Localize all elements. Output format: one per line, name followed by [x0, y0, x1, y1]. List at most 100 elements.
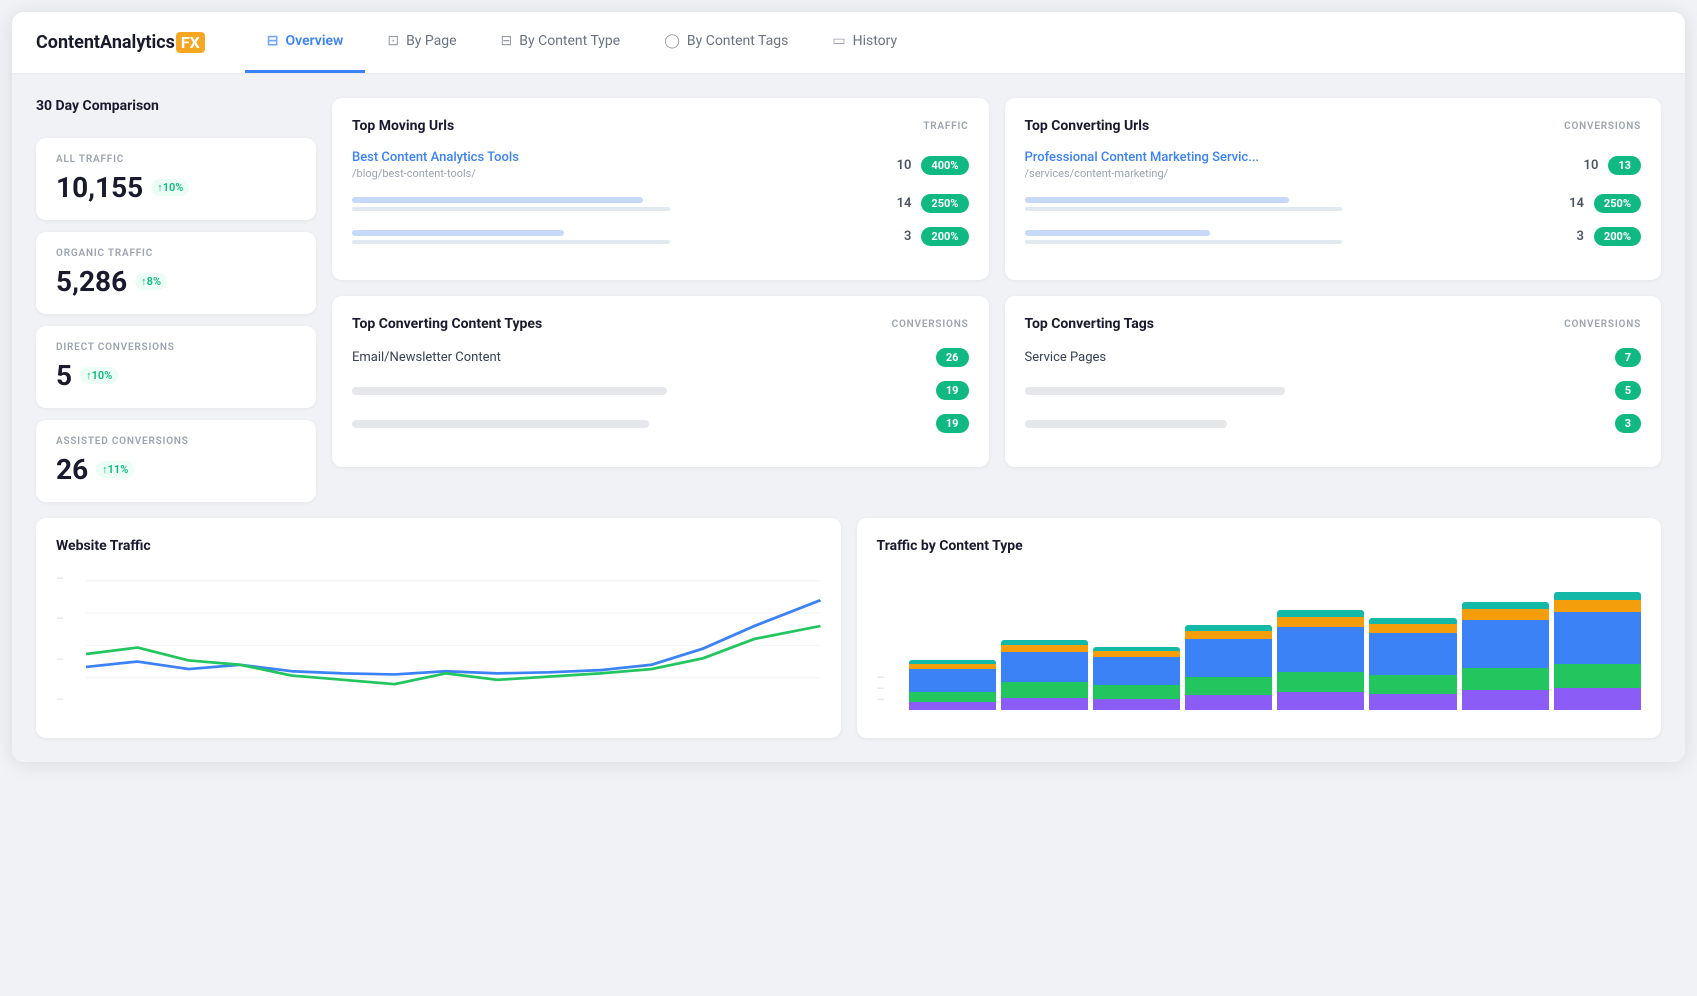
top-content-types-panel: Top Converting Content Types CONVERSIONS…	[332, 296, 989, 467]
nav-bar: ContentAnalyticsFX ⊟ Overview ⊡ By Page …	[12, 12, 1685, 74]
bar-seg-green-2	[1001, 682, 1088, 698]
top-converting-tags-panel: Top Converting Tags CONVERSIONS Service …	[1005, 296, 1662, 467]
bar-chart-container: — — —	[877, 570, 1642, 710]
bar-seg-purple-3	[1093, 699, 1180, 710]
stats-column: 30 Day Comparison ALL TRAFFIC 10,155 ↑10…	[36, 98, 316, 502]
bar-seg-orange-8	[1554, 600, 1641, 612]
converting-url-bar-3	[1025, 230, 1210, 236]
converting-url-bar-sub-3	[1025, 240, 1343, 244]
assisted-conversions-badge: ↑11%	[96, 461, 134, 478]
right-col: Top Converting Urls CONVERSIONS Professi…	[1005, 98, 1662, 502]
url-bar-2	[352, 197, 643, 203]
organic-traffic-label: ORGANIC TRAFFIC	[56, 248, 296, 259]
url-name-1[interactable]: Best Content Analytics Tools	[352, 150, 881, 165]
charts-row: Website Traffic — — — —	[36, 518, 1661, 738]
bar-group-1	[909, 660, 996, 710]
bar-seg-purple-7	[1462, 690, 1549, 710]
bar-seg-purple-6	[1369, 694, 1456, 710]
page-icon: ⊡	[387, 33, 399, 49]
converting-url-num-2: 14	[1564, 196, 1584, 211]
logo: ContentAnalyticsFX	[36, 32, 205, 53]
content-type-bar-2	[352, 387, 667, 395]
tag-row-3: 3	[1025, 414, 1642, 433]
line-chart-svg	[86, 570, 821, 710]
y-label-3: —	[56, 614, 80, 625]
bar-seg-green-4	[1185, 677, 1272, 695]
bar-seg-teal-8	[1554, 592, 1641, 600]
converting-url-row-2: 14 250%	[1025, 194, 1642, 213]
converting-url-path-1: /services/content-marketing/	[1025, 167, 1569, 180]
bar-seg-green-8	[1554, 664, 1641, 688]
url-num-2: 14	[891, 196, 911, 211]
tag-name-1: Service Pages	[1025, 350, 1615, 365]
bar-seg-green-7	[1462, 668, 1549, 690]
tab-by-content-type-label: By Content Type	[519, 33, 620, 49]
bar-seg-green-6	[1369, 675, 1456, 694]
content-tags-icon: ◯	[664, 33, 680, 49]
history-icon: ▭	[832, 33, 845, 49]
website-traffic-chart: Website Traffic — — — —	[36, 518, 841, 738]
y-label-2: —	[56, 655, 80, 666]
tab-history-label: History	[853, 33, 898, 49]
y-label-1: —	[56, 695, 80, 706]
tab-by-page[interactable]: ⊡ By Page	[365, 12, 478, 73]
stat-card-direct-conversions: DIRECT CONVERSIONS 5 ↑10%	[36, 326, 316, 408]
stats-section-title: 30 Day Comparison	[36, 98, 316, 114]
bar-stack-6	[1369, 618, 1456, 710]
logo-brand: ContentAnalytics	[36, 32, 175, 53]
converting-url-badge-3: 200%	[1594, 227, 1641, 246]
tab-history[interactable]: ▭ History	[810, 12, 919, 73]
logo-suffix: FX	[176, 32, 205, 53]
content-type-badge-1: 26	[936, 348, 969, 367]
line-chart-area: — — — —	[56, 570, 821, 710]
dashboard-grid: 30 Day Comparison ALL TRAFFIC 10,155 ↑10…	[36, 98, 1661, 502]
content-type-row-1: Email/Newsletter Content 26	[352, 348, 969, 367]
website-traffic-title: Website Traffic	[56, 538, 821, 554]
tab-by-content-tags[interactable]: ◯ By Content Tags	[642, 12, 810, 73]
all-traffic-value: 10,155	[56, 171, 143, 204]
url-bar-sub-3	[352, 240, 670, 244]
converting-url-bar-2	[1025, 197, 1290, 203]
tag-bar-2	[1025, 387, 1285, 395]
tag-row-1: Service Pages 7	[1025, 348, 1642, 367]
top-moving-urls-header: Top Moving Urls TRAFFIC	[352, 118, 969, 134]
bar-seg-blue-3	[1093, 657, 1180, 685]
content-type-icon: ⊟	[501, 33, 513, 49]
tag-badge-3: 3	[1615, 414, 1641, 433]
line-chart-inner	[86, 570, 821, 710]
top-converting-urls-header: Top Converting Urls CONVERSIONS	[1025, 118, 1642, 134]
bar-seg-orange-4	[1185, 631, 1272, 639]
top-moving-url-row-2: 14 250%	[352, 194, 969, 213]
tab-overview[interactable]: ⊟ Overview	[245, 12, 366, 73]
url-num-3: 3	[891, 229, 911, 244]
tab-by-page-label: By Page	[406, 33, 456, 49]
tab-by-content-type[interactable]: ⊟ By Content Type	[479, 12, 643, 73]
direct-conversions-badge: ↑10%	[80, 367, 118, 384]
url-bar-row-3	[352, 230, 881, 244]
converting-url-name-1[interactable]: Professional Content Marketing Servic...	[1025, 150, 1569, 165]
bar-seg-orange-7	[1462, 609, 1549, 620]
all-traffic-value-row: 10,155 ↑10%	[56, 171, 296, 204]
bar-seg-blue-7	[1462, 620, 1549, 668]
bar-seg-teal-5	[1277, 610, 1364, 617]
direct-conversions-label: DIRECT CONVERSIONS	[56, 342, 296, 353]
tab-by-content-tags-label: By Content Tags	[687, 33, 788, 49]
converting-url-bar-row-2	[1025, 197, 1554, 211]
bar-groups	[909, 570, 1642, 710]
converting-url-num-3: 3	[1564, 229, 1584, 244]
top-content-types-title: Top Converting Content Types	[352, 316, 542, 332]
top-converting-tags-title: Top Converting Tags	[1025, 316, 1154, 332]
direct-conversions-value-row: 5 ↑10%	[56, 359, 296, 392]
top-converting-urls-col-label: CONVERSIONS	[1564, 121, 1641, 132]
bar-group-3	[1093, 647, 1180, 710]
converting-url-badge-1: 13	[1608, 156, 1641, 175]
app-container: ContentAnalyticsFX ⊟ Overview ⊡ By Page …	[12, 12, 1685, 762]
all-traffic-label: ALL TRAFFIC	[56, 154, 296, 165]
url-info-1: Best Content Analytics Tools /blog/best-…	[352, 150, 881, 180]
bar-seg-purple-2	[1001, 698, 1088, 710]
top-converting-urls-title: Top Converting Urls	[1025, 118, 1150, 134]
middle-col: Top Moving Urls TRAFFIC Best Content Ana…	[332, 98, 989, 502]
bar-seg-purple-1	[909, 702, 996, 710]
bar-seg-green-1	[909, 692, 996, 702]
bar-seg-blue-4	[1185, 639, 1272, 677]
